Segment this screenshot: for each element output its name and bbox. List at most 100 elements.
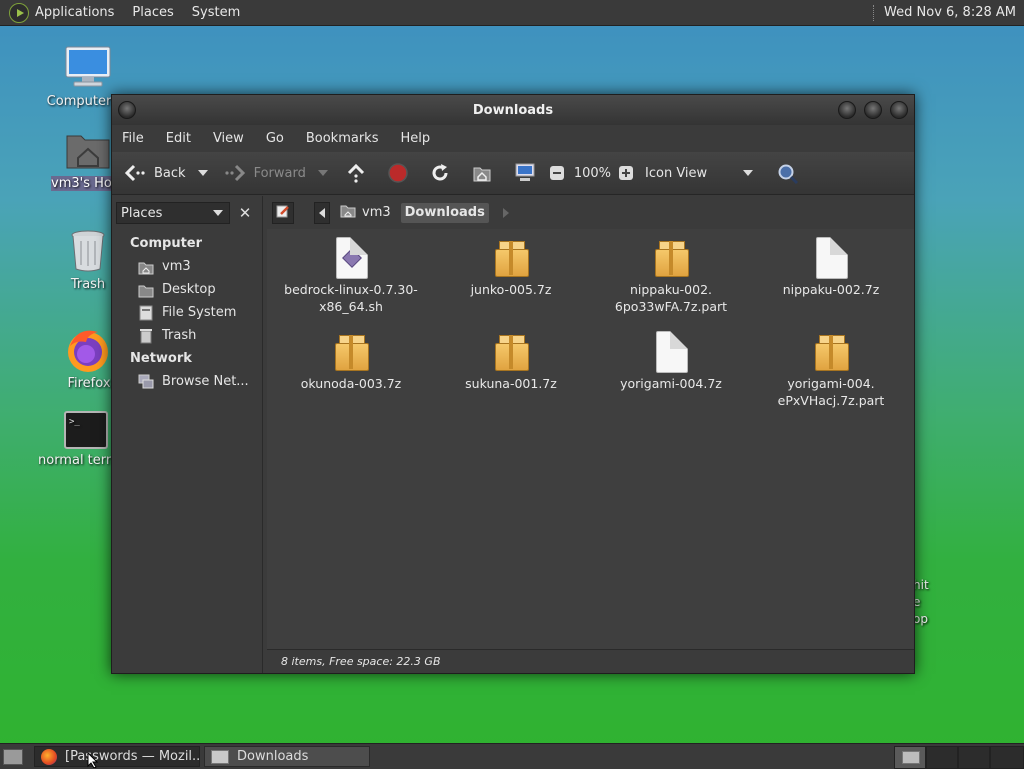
taskbar-item-label: Downloads — [237, 749, 309, 764]
chevron-left-icon — [319, 207, 325, 218]
back-button[interactable]: Back — [124, 163, 208, 183]
zoom-out-button[interactable] — [549, 166, 564, 180]
file-name: nippaku-002.7z — [782, 282, 880, 297]
window-titlebar[interactable]: Downloads — [112, 95, 914, 125]
sidebar-item-desktop[interactable]: Desktop — [112, 278, 262, 301]
top-panel: Applications Places System Wed Nov 6, 8:… — [0, 0, 1024, 26]
view-mode-select[interactable]: Icon View — [645, 166, 754, 181]
panel-menu-system[interactable]: System — [192, 5, 240, 20]
terminal-icon: >_ — [64, 411, 108, 451]
minimize-button[interactable] — [838, 101, 856, 119]
file-item-junko[interactable]: junko-005.7z — [431, 229, 591, 298]
search-button[interactable] — [777, 163, 799, 185]
distro-logo-icon[interactable] — [9, 2, 29, 23]
file-view[interactable]: bedrock-linux-0.7.30- x86_64.sh junko-00… — [267, 229, 914, 649]
zoom-in-button[interactable] — [619, 166, 634, 180]
window-menu-button[interactable] — [118, 101, 136, 119]
file-item-sukuna[interactable]: sukuna-001.7z — [431, 323, 591, 392]
file-name: bedrock-linux-0.7.30- — [284, 282, 418, 297]
taskbar-item-firefox[interactable]: [Passwords — Mozil... — [34, 746, 200, 767]
workspace-4[interactable] — [990, 746, 1024, 769]
crumb-downloads[interactable]: Downloads — [400, 202, 489, 223]
home-button[interactable] — [472, 163, 492, 183]
panel-clock[interactable]: Wed Nov 6, 8:28 AM — [884, 5, 1016, 20]
script-file-icon — [331, 235, 371, 279]
file-item-bedrock[interactable]: bedrock-linux-0.7.30- x86_64.sh — [271, 229, 431, 315]
folder-icon — [211, 749, 229, 764]
stop-button[interactable] — [388, 163, 408, 183]
home-icon — [138, 259, 154, 275]
workspace-2[interactable] — [926, 746, 958, 769]
file-item-nippaku-part[interactable]: nippaku-002. 6po33wFA.7z.part — [591, 229, 751, 315]
taskbar-item-downloads[interactable]: Downloads — [204, 746, 370, 767]
firefox-icon — [41, 748, 57, 765]
crumb-label: Downloads — [404, 205, 485, 220]
partial-text: e — [913, 595, 921, 609]
home-folder-icon — [64, 126, 112, 174]
file-item-okunoda[interactable]: okunoda-003.7z — [271, 323, 431, 392]
archive-icon — [491, 329, 531, 373]
status-text: 8 items, Free space: 22.3 GB — [281, 655, 441, 668]
trash-icon — [64, 227, 112, 275]
menu-go[interactable]: Go — [266, 131, 284, 146]
up-arrow-icon — [346, 163, 366, 183]
workspace-3[interactable] — [958, 746, 990, 769]
close-sidebar-button[interactable]: ✕ — [234, 202, 256, 224]
zoom-in-icon — [619, 166, 634, 180]
desktop-icon — [138, 282, 154, 298]
panel-separator — [873, 4, 876, 21]
file-name: junko-005.7z — [470, 282, 552, 297]
desktop-icon-label: normal terminal — [38, 453, 112, 468]
reload-button[interactable] — [430, 163, 450, 183]
crumb-vm3[interactable]: vm3 — [336, 203, 395, 223]
file-name: sukuna-001.7z — [465, 376, 557, 391]
blank-file-icon — [651, 329, 691, 373]
back-history-dropdown[interactable] — [197, 170, 208, 176]
menu-edit[interactable]: Edit — [166, 131, 191, 146]
menu-help[interactable]: Help — [400, 131, 430, 146]
file-name: okunoda-003.7z — [300, 376, 402, 391]
path-scroll-left[interactable] — [314, 201, 330, 224]
menu-file[interactable]: File — [122, 131, 144, 146]
back-label: Back — [154, 165, 186, 181]
sidebar-item-file-system[interactable]: File System — [112, 301, 262, 324]
crumb-label: vm3 — [362, 205, 391, 220]
file-item-nippaku[interactable]: nippaku-002.7z — [751, 229, 911, 298]
workspace-1[interactable] — [894, 746, 926, 769]
network-icon — [138, 374, 154, 390]
sidebar-selector[interactable]: Places — [116, 202, 230, 224]
status-bar: 8 items, Free space: 22.3 GB — [267, 649, 914, 673]
computer-button[interactable] — [514, 163, 535, 183]
file-name-cont: ePxVHacj.7z.part — [777, 393, 885, 408]
file-item-yorigami[interactable]: yorigami-004.7z — [591, 323, 751, 392]
bottom-panel: [Passwords — Mozil... Downloads — [0, 743, 1024, 769]
desktop-icon-label: vm3's Home — [51, 176, 113, 191]
panel-menu-applications[interactable]: Applications — [35, 5, 114, 20]
home-icon — [472, 163, 492, 183]
location-edit-button[interactable] — [272, 201, 294, 224]
edit-icon — [276, 204, 290, 222]
panel-menu-places[interactable]: Places — [132, 5, 173, 20]
path-scroll-right[interactable] — [502, 207, 509, 218]
sidebar-item-vm3[interactable]: vm3 — [112, 255, 262, 278]
close-button[interactable] — [890, 101, 908, 119]
menu-view[interactable]: View — [213, 131, 244, 146]
up-button[interactable] — [346, 163, 366, 183]
search-icon — [777, 163, 799, 185]
trash-icon — [138, 328, 154, 344]
archive-icon — [331, 329, 371, 373]
file-item-yorigami-part[interactable]: yorigami-004. ePxVHacj.7z.part — [751, 323, 911, 409]
sidebar-item-trash[interactable]: Trash — [112, 324, 262, 347]
mouse-cursor-icon — [87, 752, 99, 768]
show-desktop-button[interactable] — [3, 749, 23, 765]
close-icon: ✕ — [238, 204, 252, 222]
file-name-cont: x86_64.sh — [319, 299, 383, 314]
maximize-button[interactable] — [864, 101, 882, 119]
forward-button[interactable]: Forward — [224, 163, 328, 183]
sidebar-item-label: File System — [162, 305, 237, 320]
forward-history-dropdown[interactable] — [317, 170, 328, 176]
menu-bookmarks[interactable]: Bookmarks — [306, 131, 379, 146]
svg-text:>_: >_ — [69, 417, 80, 427]
drive-icon — [138, 305, 154, 321]
sidebar-item-browse-network[interactable]: Browse Net... — [112, 370, 262, 393]
